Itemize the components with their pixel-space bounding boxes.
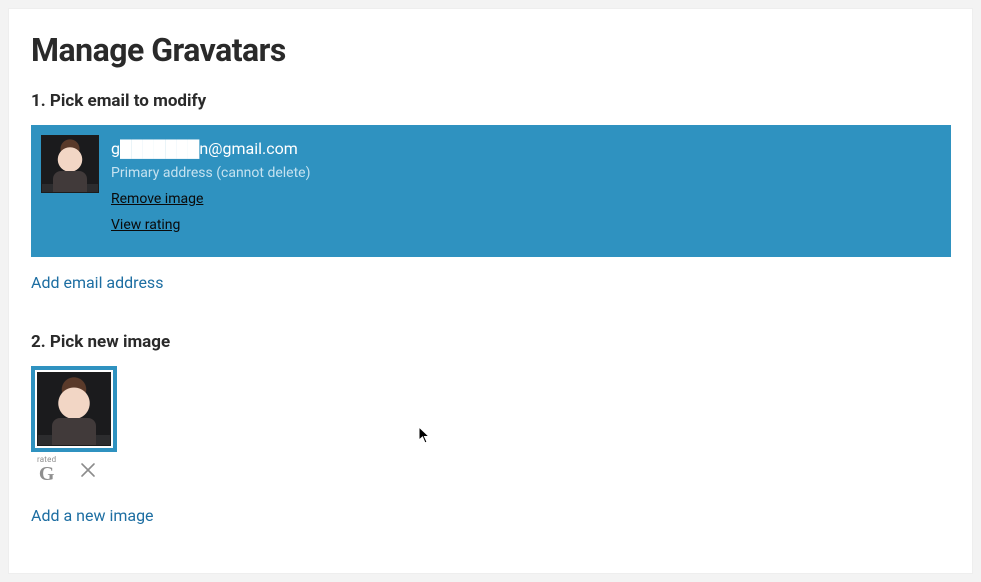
rating-badge: rated G: [37, 456, 56, 484]
page-title: Manage Gravatars: [31, 31, 950, 69]
remove-image-link[interactable]: Remove image: [111, 191, 203, 207]
rating-letter: G: [39, 464, 55, 484]
email-entry[interactable]: g███████n@gmail.com Primary address (can…: [31, 125, 951, 257]
manage-gravatars-panel: Manage Gravatars 1. Pick email to modify…: [8, 8, 973, 574]
view-rating-link[interactable]: View rating: [111, 217, 180, 233]
section-heading-pick-image: 2. Pick new image: [31, 332, 950, 352]
email-info: g███████n@gmail.com Primary address (can…: [111, 135, 941, 243]
email-address-text: g███████n@gmail.com: [111, 139, 941, 159]
gravatar-image: [37, 372, 111, 446]
remove-image-icon[interactable]: [80, 462, 96, 478]
gravatar-image-option[interactable]: [31, 366, 117, 452]
add-new-image-link[interactable]: Add a new image: [31, 506, 154, 525]
section-heading-pick-email: 1. Pick email to modify: [31, 91, 950, 111]
add-email-link[interactable]: Add email address: [31, 273, 163, 292]
email-avatar: [41, 135, 99, 193]
email-subtext: Primary address (cannot delete): [111, 165, 941, 181]
image-meta: rated G: [31, 456, 117, 484]
image-picker: rated G: [31, 366, 117, 484]
